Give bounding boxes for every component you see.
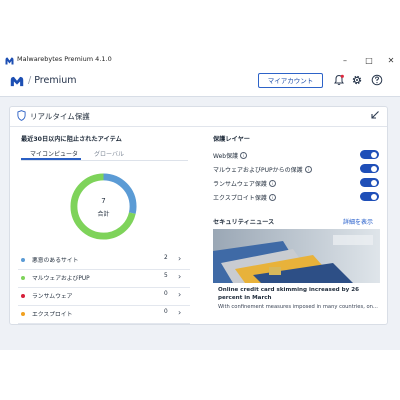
news-snippet: With confinement measures imposed in man…: [218, 304, 378, 310]
category-label: ランサムウェア: [32, 294, 73, 300]
total-count: 7: [101, 197, 106, 205]
protection-layers-title: 保護レイヤー: [213, 136, 250, 143]
chevron-right-icon[interactable]: ›: [178, 308, 181, 317]
recent-blocked-title: 最近30日以内に阻止されたアイテム: [21, 136, 122, 143]
category-color-dot: [21, 312, 25, 316]
close-icon[interactable]: ✕: [384, 54, 398, 67]
shield-icon: [17, 110, 26, 121]
tab-my-computer[interactable]: マイコンピュータ: [30, 149, 78, 158]
window-bottom-area: [0, 350, 400, 400]
protection-toggle[interactable]: [360, 150, 379, 159]
tab-global[interactable]: グローバル: [94, 149, 124, 158]
window-title: Malwarebytes Premium 4.1.0: [17, 55, 112, 63]
blocked-item-row[interactable]: 悪意のあるサイト 2 ›: [18, 251, 190, 270]
my-account-button[interactable]: マイアカウント: [258, 73, 323, 88]
toggle-knob: [371, 151, 377, 158]
protection-layer-row: Web保護 i: [213, 150, 379, 162]
tab-divider: [21, 160, 188, 161]
category-count: 2: [164, 255, 168, 261]
category-color-dot: [21, 276, 25, 280]
protection-layer-row: エクスプロイト保護 i: [213, 192, 379, 204]
info-icon[interactable]: i: [268, 194, 276, 201]
news-headline[interactable]: Online credit card skimming increased by…: [218, 286, 376, 302]
toggle-knob: [371, 193, 377, 200]
notification-bell-icon[interactable]: [333, 74, 345, 86]
realtime-protection-title: リアルタイム保護: [30, 112, 90, 121]
maximize-icon[interactable]: □: [362, 54, 376, 67]
protection-layer-name: ランサムウェア保護: [213, 181, 267, 188]
help-icon[interactable]: [371, 74, 383, 86]
category-label: エクスプロイト: [32, 312, 73, 318]
protection-layer-label: エクスプロイト保護 i: [213, 193, 276, 202]
active-tab-indicator: [21, 158, 81, 160]
app-name-separator: /: [28, 75, 32, 86]
category-label: マルウェアおよびPUP: [32, 276, 90, 282]
protection-layer-name: マルウェアおよびPUPからの保護: [213, 167, 303, 174]
collapse-arrow-icon[interactable]: [370, 110, 380, 120]
info-icon[interactable]: i: [304, 166, 312, 173]
category-count: 0: [164, 291, 168, 297]
news-image[interactable]: [213, 229, 380, 283]
protection-layer-row: マルウェアおよびPUPからの保護 i: [213, 164, 379, 176]
malwarebytes-logo-icon: [5, 57, 14, 65]
chevron-right-icon[interactable]: ›: [178, 272, 181, 281]
protection-toggle[interactable]: [360, 178, 379, 187]
protection-layer-label: ランサムウェア保護 i: [213, 179, 276, 188]
protection-toggle[interactable]: [360, 192, 379, 201]
blocked-item-row[interactable]: エクスプロイト 0 ›: [18, 305, 190, 324]
app-name: / Premium: [28, 75, 77, 86]
protection-layer-name: Web保護: [213, 153, 239, 160]
category-label: 悪意のあるサイト: [32, 258, 79, 264]
protection-toggle[interactable]: [360, 164, 379, 173]
toggle-knob: [371, 165, 377, 172]
malwarebytes-logo-icon: [10, 76, 24, 87]
category-color-dot: [21, 258, 25, 262]
protection-layer-label: Web保護 i: [213, 151, 248, 160]
category-color-dot: [21, 294, 25, 298]
total-label: 合計: [97, 211, 110, 218]
protection-layer-label: マルウェアおよびPUPからの保護 i: [213, 165, 312, 174]
minimize-icon[interactable]: –: [338, 54, 352, 67]
protection-layer-name: エクスプロイト保護: [213, 195, 267, 202]
category-count: 0: [164, 309, 168, 315]
settings-gear-icon[interactable]: [351, 74, 363, 86]
chevron-right-icon[interactable]: ›: [178, 254, 181, 263]
chevron-right-icon[interactable]: ›: [178, 290, 181, 299]
app-name-label: Premium: [34, 75, 77, 86]
blocked-item-row[interactable]: ランサムウェア 0 ›: [18, 287, 190, 306]
show-more-link[interactable]: 詳細を表示: [343, 217, 373, 226]
blocked-items-donut-chart: [70, 173, 137, 240]
protection-layer-row: ランサムウェア保護 i: [213, 178, 379, 190]
toggle-knob: [371, 179, 377, 186]
info-icon[interactable]: i: [268, 180, 276, 187]
category-count: 5: [164, 273, 168, 279]
blocked-item-row[interactable]: マルウェアおよびPUP 5 ›: [18, 269, 190, 288]
info-icon[interactable]: i: [240, 152, 248, 159]
security-news-title: セキュリティニュース: [213, 219, 275, 226]
